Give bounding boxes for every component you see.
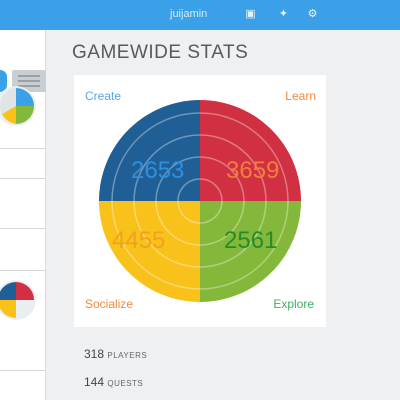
sidebar [0,30,46,400]
gamewide-stats-card: 2653 3659 4455 2561 Create Learn Sociali… [74,75,326,327]
learn-label: Learn [285,89,316,103]
create-value: 2653 [131,157,184,184]
username-link[interactable]: juijamin [170,8,207,20]
socialize-value: 4455 [112,227,165,254]
socialize-label: Socialize [85,297,134,311]
page-title: GAMEWIDE STATS [72,42,249,63]
explore-label: Explore [273,297,314,311]
players-count: 318 [84,347,105,361]
guild-avatar[interactable] [0,280,36,320]
players-unit: PLAYERS [107,351,148,360]
players-stat: 318 PLAYERS [84,347,147,361]
top-bar: juijamin ▣ ✦ ⚙ [0,0,400,30]
quests-count: 144 [84,375,105,389]
notification-icon[interactable]: ▣ [244,8,257,21]
explore-value: 2561 [224,227,277,254]
settings-icon[interactable]: ⚙ [306,8,319,21]
quests-unit: QUESTS [107,379,144,388]
learn-value: 3659 [226,157,279,184]
quests-stat: 144 QUESTS [84,375,143,389]
quadrant-chart: 2653 3659 4455 2561 [99,100,301,302]
player-avatar[interactable] [0,86,36,126]
create-label: Create [85,89,122,103]
twitter-icon[interactable]: ✦ [277,8,290,21]
